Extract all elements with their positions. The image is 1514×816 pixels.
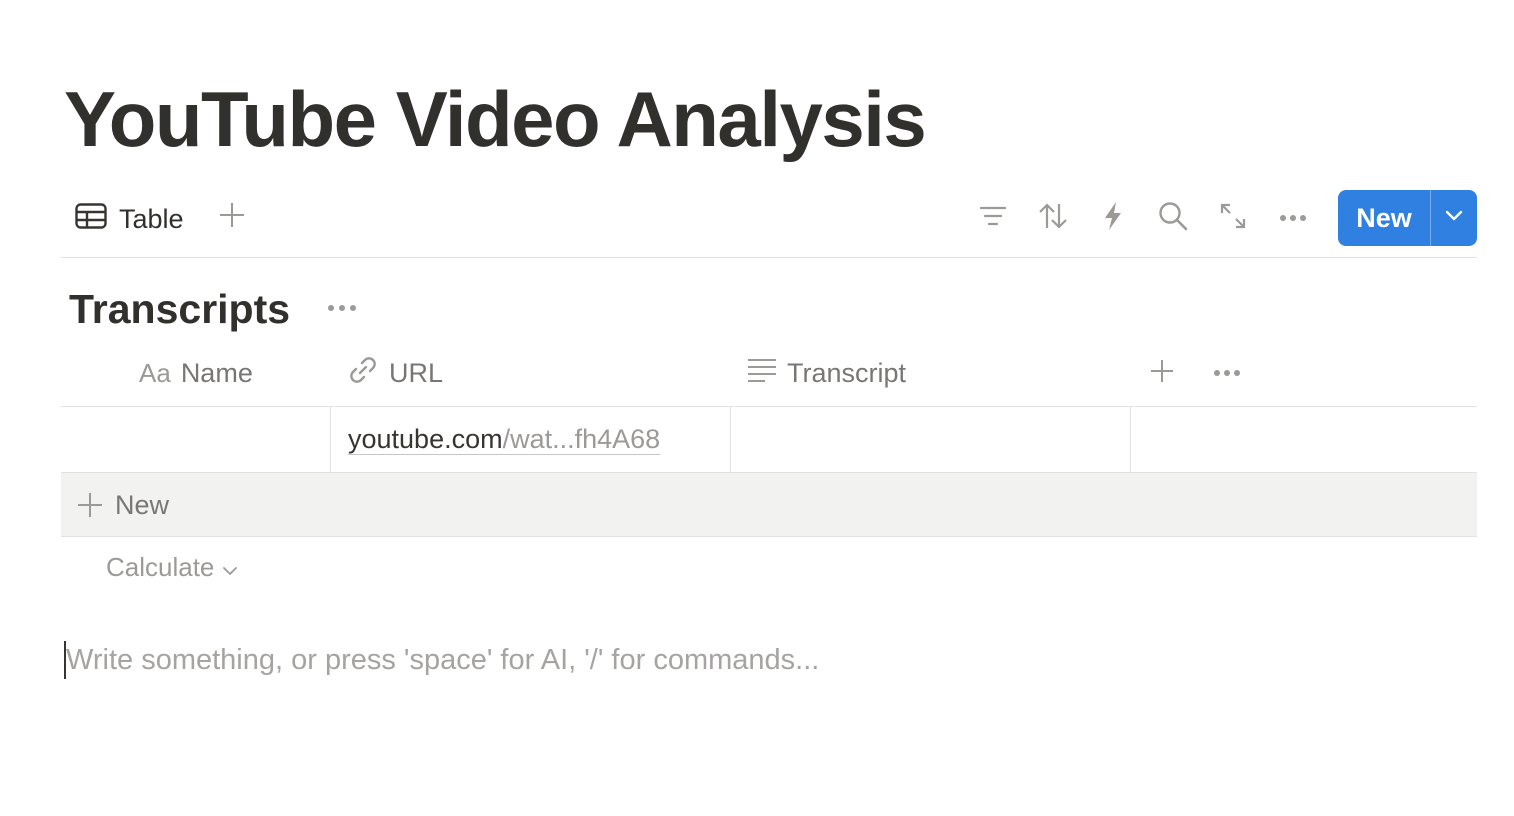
column-header-name[interactable]: Aa Name [139, 340, 253, 407]
editor-placeholder: Write something, or press 'space' for AI… [66, 643, 820, 676]
add-view-button[interactable] [217, 202, 247, 232]
expand-icon [1219, 202, 1247, 235]
calculate-label: Calculate [106, 552, 215, 582]
url-host: youtube.com [348, 424, 503, 454]
table-row: youtube.com/wat...fh4A68 [61, 407, 1477, 473]
database-title[interactable]: Transcripts [69, 284, 290, 334]
url-path: /wat...fh4A68 [502, 424, 661, 454]
automation-icon [1102, 201, 1124, 236]
chevron-down-icon [1445, 209, 1463, 227]
plus-icon [75, 490, 105, 520]
add-property-button[interactable] [1147, 358, 1177, 388]
editor-block[interactable]: Write something, or press 'space' for AI… [64, 640, 819, 680]
database-more-button[interactable] [326, 296, 358, 320]
column-header-transcript[interactable]: Transcript [747, 340, 906, 407]
new-row-label: New [115, 490, 170, 520]
new-dropdown-button[interactable] [1431, 190, 1477, 246]
column-header-label: Transcript [787, 358, 907, 388]
column-more-button[interactable] [1211, 362, 1243, 384]
column-header-label: Name [180, 358, 253, 388]
text-property-icon: Aa [139, 358, 171, 388]
url-link[interactable]: youtube.com/wat...fh4A68 [348, 424, 661, 455]
expand-button[interactable] [1217, 202, 1249, 234]
automation-button[interactable] [1097, 201, 1129, 236]
new-button[interactable]: New [1338, 190, 1430, 246]
table-cell-extra [1130, 407, 1477, 472]
search-icon [1158, 201, 1188, 236]
plus-icon [219, 202, 245, 233]
sort-button[interactable] [1037, 202, 1069, 234]
table-cell-transcript[interactable] [730, 407, 1130, 472]
tab-table-view[interactable]: Table [75, 200, 184, 238]
search-button[interactable] [1157, 201, 1189, 236]
more-options-button[interactable] [1277, 202, 1309, 234]
table-icon [75, 202, 107, 236]
page: YouTube Video Analysis Table New Transcr… [0, 0, 1514, 816]
more-icon [1279, 209, 1307, 227]
sort-icon [1038, 202, 1068, 235]
view-bar: Table New [61, 190, 1477, 258]
tab-table-label: Table [119, 203, 184, 234]
filter-button[interactable] [977, 202, 1009, 234]
column-header-label: URL [389, 358, 444, 388]
new-row-button[interactable]: New [61, 473, 1477, 537]
filter-icon [979, 205, 1007, 232]
plus-icon [1150, 359, 1174, 388]
column-header-url[interactable]: URL [347, 340, 443, 407]
table-cell-name[interactable] [61, 407, 330, 472]
more-icon [1213, 364, 1241, 382]
table-cell-url[interactable]: youtube.com/wat...fh4A68 [330, 407, 730, 472]
chevron-down-icon [222, 552, 238, 583]
calculate-button[interactable]: Calculate [106, 552, 238, 583]
lines-icon [747, 357, 777, 390]
new-button-group: New [1338, 190, 1477, 246]
table-header: Aa Name URL Transcript [61, 340, 1477, 407]
database-table: Aa Name URL Transcript youtube.com/wat..… [61, 340, 1477, 537]
page-title[interactable]: YouTube Video Analysis [64, 74, 927, 164]
link-icon [347, 354, 379, 393]
more-icon [327, 299, 357, 317]
